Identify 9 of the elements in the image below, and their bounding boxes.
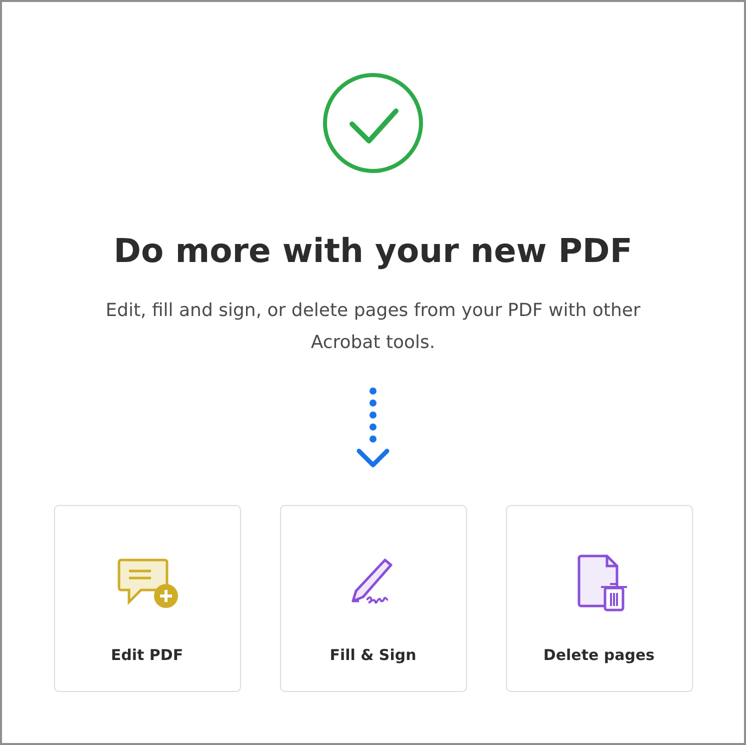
tool-label: Delete pages bbox=[543, 646, 655, 664]
heading: Do more with your new PDF bbox=[114, 230, 632, 272]
success-check-icon bbox=[321, 71, 425, 175]
tool-label: Edit PDF bbox=[110, 646, 184, 664]
tool-label: Fill & Sign bbox=[330, 646, 416, 664]
description: Edit, fill and sign, or delete pages from your PDF with other Acrobat tools. bbox=[104, 299, 642, 355]
tool-card[interactable]: Delete pages bbox=[506, 505, 692, 692]
tool-card[interactable]: Edit PDF bbox=[54, 505, 240, 692]
tool-card[interactable]: Fill & Sign bbox=[280, 505, 466, 692]
